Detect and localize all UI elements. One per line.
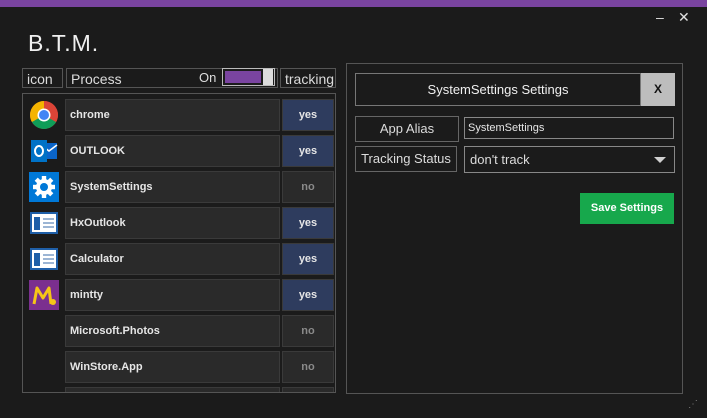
tracking-status-partial[interactable] [282,387,334,392]
tracking-toggle[interactable] [222,68,275,86]
app-title: B.T.M. [28,30,100,56]
process-list[interactable]: chrome yes OUTLOOK yes SystemSettings no… [22,93,336,393]
process-name[interactable]: Microsoft.Photos [65,315,280,347]
tracking-status-dropdown[interactable]: don't track [464,146,675,173]
list-item[interactable]: HxOutlook yes [26,207,335,239]
tracking-status[interactable]: yes [282,207,334,239]
minimize-button[interactable]: – [656,10,664,24]
close-settings-button[interactable]: X [641,73,675,106]
tracking-status[interactable]: yes [282,135,334,167]
process-name[interactable]: chrome [65,99,280,131]
process-name[interactable]: mintty [65,279,280,311]
list-item[interactable]: mintty yes [26,279,335,311]
toggle-fill [225,71,261,83]
process-name[interactable]: WinStore.App [65,351,280,383]
tracking-status[interactable]: no [282,171,334,203]
tracking-status[interactable]: no [282,351,334,383]
tracking-toggle-label: On [199,70,217,85]
process-name-partial[interactable] [65,387,280,392]
window-icon [28,243,60,275]
list-item[interactable]: Microsoft.Photos no [26,315,335,347]
mintty-icon [28,279,60,311]
header-tracking-column: tracking [280,68,336,88]
process-name[interactable]: Calculator [65,243,280,275]
chrome-icon [28,99,60,131]
list-item[interactable]: OUTLOOK yes [26,135,335,167]
chevron-down-icon [654,157,666,163]
list-item[interactable]: Calculator yes [26,243,335,275]
list-item[interactable]: SystemSettings no [26,171,335,203]
header-icon-column: icon [22,68,63,88]
tracking-status[interactable]: yes [282,99,334,131]
window-accent-bar [0,0,707,7]
app-alias-label: App Alias [355,116,459,142]
outlook-icon [28,135,60,167]
process-name[interactable]: SystemSettings [65,171,280,203]
tracking-status[interactable]: yes [282,279,334,311]
tracking-status-value: don't track [470,152,530,167]
settings-title: SystemSettings Settings [355,73,641,106]
window-icon [28,207,60,239]
list-item[interactable]: WinStore.App no [26,351,335,383]
app-alias-input[interactable] [464,117,674,139]
window-icon [28,387,60,392]
save-settings-button[interactable]: Save Settings [580,193,674,224]
resize-grip-icon[interactable]: ⋰ [688,400,698,410]
tracking-status[interactable]: yes [282,243,334,275]
list-item[interactable]: chrome yes [26,99,335,131]
blank-icon [28,351,60,383]
blank-icon [28,315,60,347]
process-name[interactable]: HxOutlook [65,207,280,239]
tracking-status-label: Tracking Status [355,146,457,172]
process-name[interactable]: OUTLOOK [65,135,280,167]
settings-panel [346,63,683,394]
gear-icon [28,171,60,203]
close-window-button[interactable]: ✕ [678,10,690,24]
toggle-knob[interactable] [263,69,273,85]
list-item-partial[interactable] [26,387,335,392]
tracking-status[interactable]: no [282,315,334,347]
